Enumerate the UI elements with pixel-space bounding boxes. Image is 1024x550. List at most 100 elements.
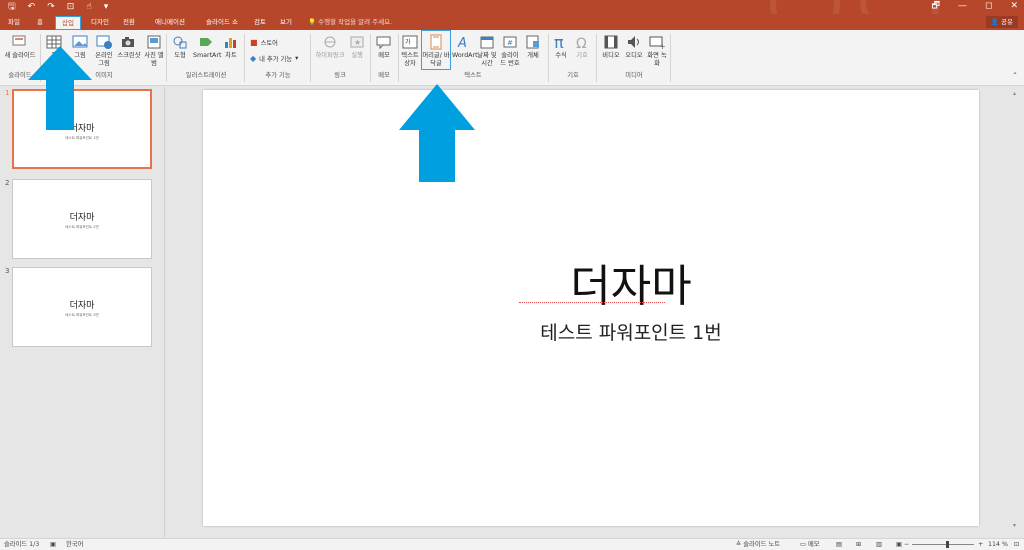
fit-slide-icon[interactable]: ⊡ <box>1014 540 1019 550</box>
vertical-scrollbar[interactable]: ▴ ▾ <box>1012 90 1020 530</box>
hyperlink-button[interactable]: 하이퍼링크 <box>312 34 348 60</box>
slide-canvas[interactable]: 더자마 테스트 파워포인트 1번 <box>203 90 979 526</box>
comment-button[interactable]: 메모 <box>374 34 394 60</box>
minimize-button[interactable]: — <box>958 0 967 13</box>
hyperlink-label: 하이퍼링크 <box>315 52 345 59</box>
maximize-button[interactable]: ◻ <box>985 0 992 13</box>
slide-number-label: 슬라이 드 번호 <box>500 52 520 67</box>
action-star-icon: ★ <box>350 36 364 48</box>
tell-me-box[interactable]: 💡 수행할 작업을 알려 주세요. <box>308 17 392 28</box>
zoom-slider[interactable] <box>912 544 974 545</box>
separator <box>244 34 245 82</box>
tab-design[interactable]: 디자인 <box>85 16 115 30</box>
shapes-button[interactable]: 도형 <box>170 34 190 60</box>
symbol-button[interactable]: Ω 기호 <box>573 34 591 60</box>
redo-icon[interactable]: ↷ <box>47 1 55 13</box>
equation-button[interactable]: π 수식 <box>552 34 570 60</box>
touch-mode-icon[interactable]: ☝ <box>86 1 91 13</box>
tab-file[interactable]: 파일 <box>3 16 25 30</box>
slide-thumbnail[interactable]: 더자마 테스트 파워포인트 3번 <box>12 267 152 347</box>
spellcheck-icon[interactable]: ▣ <box>50 540 56 550</box>
textbox-button[interactable]: 가 텍스트 상자 <box>400 34 420 67</box>
slide-count: 슬라이드 1/3 <box>4 541 40 548</box>
smartart-button[interactable]: SmartArt <box>193 34 221 60</box>
zoom-slider-thumb[interactable] <box>946 541 949 548</box>
svg-text:A: A <box>457 36 467 50</box>
ribbon-tabs: 파일 홈 삽입 디자인 전환 애니메이션 슬라이드 쇼 검토 보기 💡 수행할 … <box>0 14 1024 30</box>
comments-label: 메모 <box>807 541 820 548</box>
tab-home[interactable]: 홈 <box>32 16 48 30</box>
tab-insert[interactable]: 삽입 <box>55 16 81 30</box>
store-button[interactable]: ■ 스토어 <box>250 38 278 47</box>
comments-button[interactable]: ▭ 메모 <box>800 540 820 550</box>
close-button[interactable]: ✕ <box>1010 0 1018 13</box>
notes-icon: ≙ <box>736 541 742 548</box>
camera-icon <box>122 37 134 47</box>
slide-number-button[interactable]: # 슬라이 드 번호 <box>499 34 521 67</box>
zoom-out-icon[interactable]: − <box>904 540 909 550</box>
share-button[interactable]: 👤 공유 <box>985 16 1018 28</box>
decor-circle <box>860 0 940 14</box>
slideshow-icon[interactable]: ▣ <box>896 540 902 550</box>
audio-button[interactable]: 오디오 <box>623 34 645 60</box>
screenshot-button[interactable]: 스크린샷 <box>116 34 142 60</box>
object-button[interactable]: 개체 <box>523 34 543 60</box>
shapes-icon <box>173 36 187 49</box>
zoom-in-icon[interactable]: + <box>978 540 983 550</box>
tab-transitions[interactable]: 전환 <box>118 16 140 30</box>
header-footer-button[interactable]: 머리글/ 바닥글 <box>421 30 451 70</box>
customize-qat-icon[interactable]: ▾ <box>104 1 109 13</box>
tab-animations[interactable]: 애니메이션 <box>148 16 192 30</box>
present-icon[interactable]: ⊡ <box>67 1 75 13</box>
chart-label: 차트 <box>225 52 237 59</box>
title-bar: 🖫 ↶ ↷ ⊡ ☝ ▾ 🗗 — ◻ ✕ <box>0 0 1024 14</box>
slide-sorter-icon[interactable]: ⊞ <box>856 540 861 550</box>
video-button[interactable]: 비디오 <box>600 34 622 60</box>
undo-icon[interactable]: ↶ <box>28 1 36 13</box>
spellcheck-underline <box>519 300 665 303</box>
slide-subtitle[interactable]: 테스트 파워포인트 1번 <box>203 318 979 345</box>
my-addins-button[interactable]: ◆ 내 추가 기능 ▾ <box>250 54 298 63</box>
scroll-down-icon[interactable]: ▾ <box>1013 522 1019 530</box>
action-label: 실행 <box>351 52 363 59</box>
decor-circle <box>770 0 840 14</box>
symbol-label: 기호 <box>576 52 588 59</box>
separator <box>310 34 311 82</box>
quick-access-toolbar: 🖫 ↶ ↷ ⊡ ☝ ▾ <box>8 1 108 13</box>
datetime-label: 날짜 및 시간 <box>477 52 497 67</box>
slide-title[interactable]: 더자마 <box>203 250 979 314</box>
language-indicator[interactable]: 한국어 <box>66 540 83 550</box>
svg-text:★: ★ <box>354 38 361 47</box>
reading-view-icon[interactable]: ▥ <box>876 540 882 550</box>
tab-view[interactable]: 보기 <box>276 16 296 30</box>
normal-view-icon[interactable]: ▤ <box>836 540 842 550</box>
tab-review[interactable]: 검토 <box>250 16 270 30</box>
scroll-up-icon[interactable]: ▴ <box>1013 90 1019 98</box>
calendar-icon <box>480 36 494 49</box>
thumb-number: 2 <box>5 179 10 187</box>
photo-album-button[interactable]: 사진 앨범 <box>144 34 164 67</box>
notes-button[interactable]: ≙ 슬라이드 노트 <box>736 540 780 550</box>
chart-button[interactable]: 차트 <box>222 34 240 60</box>
slide-thumbnail[interactable]: 더자마 테스트 파워포인트 2번 <box>12 179 152 259</box>
action-button[interactable]: ★ 실행 <box>348 34 366 60</box>
screen-record-icon: + <box>649 36 666 50</box>
user-icon: 👤 <box>990 18 999 26</box>
online-pictures-button[interactable]: 온라인 그림 <box>93 34 115 67</box>
wordart-button[interactable]: A WordArt <box>452 34 478 60</box>
zoom-level[interactable]: 114 % <box>988 540 1008 550</box>
separator <box>370 34 371 82</box>
svg-text:+: + <box>659 42 666 50</box>
group-comments-label: 메모 <box>378 72 390 79</box>
screen-recording-button[interactable]: + 화면 녹화 <box>646 34 668 67</box>
textbox-label: 텍스트 상자 <box>401 52 419 67</box>
save-icon[interactable]: 🖫 <box>8 1 16 13</box>
separator <box>398 34 399 82</box>
ribbon-display-icon[interactable]: 🗗 <box>932 0 940 13</box>
header-footer-label: 머리글/ 바닥글 <box>422 52 450 67</box>
datetime-button[interactable]: 날짜 및 시간 <box>477 34 497 67</box>
lightbulb-icon: 💡 <box>308 18 317 26</box>
tab-slideshow[interactable]: 슬라이드 쇼 <box>198 16 246 30</box>
collapse-ribbon-icon[interactable]: ⌃ <box>1010 72 1020 80</box>
group-symbols-label: 기호 <box>567 72 579 79</box>
